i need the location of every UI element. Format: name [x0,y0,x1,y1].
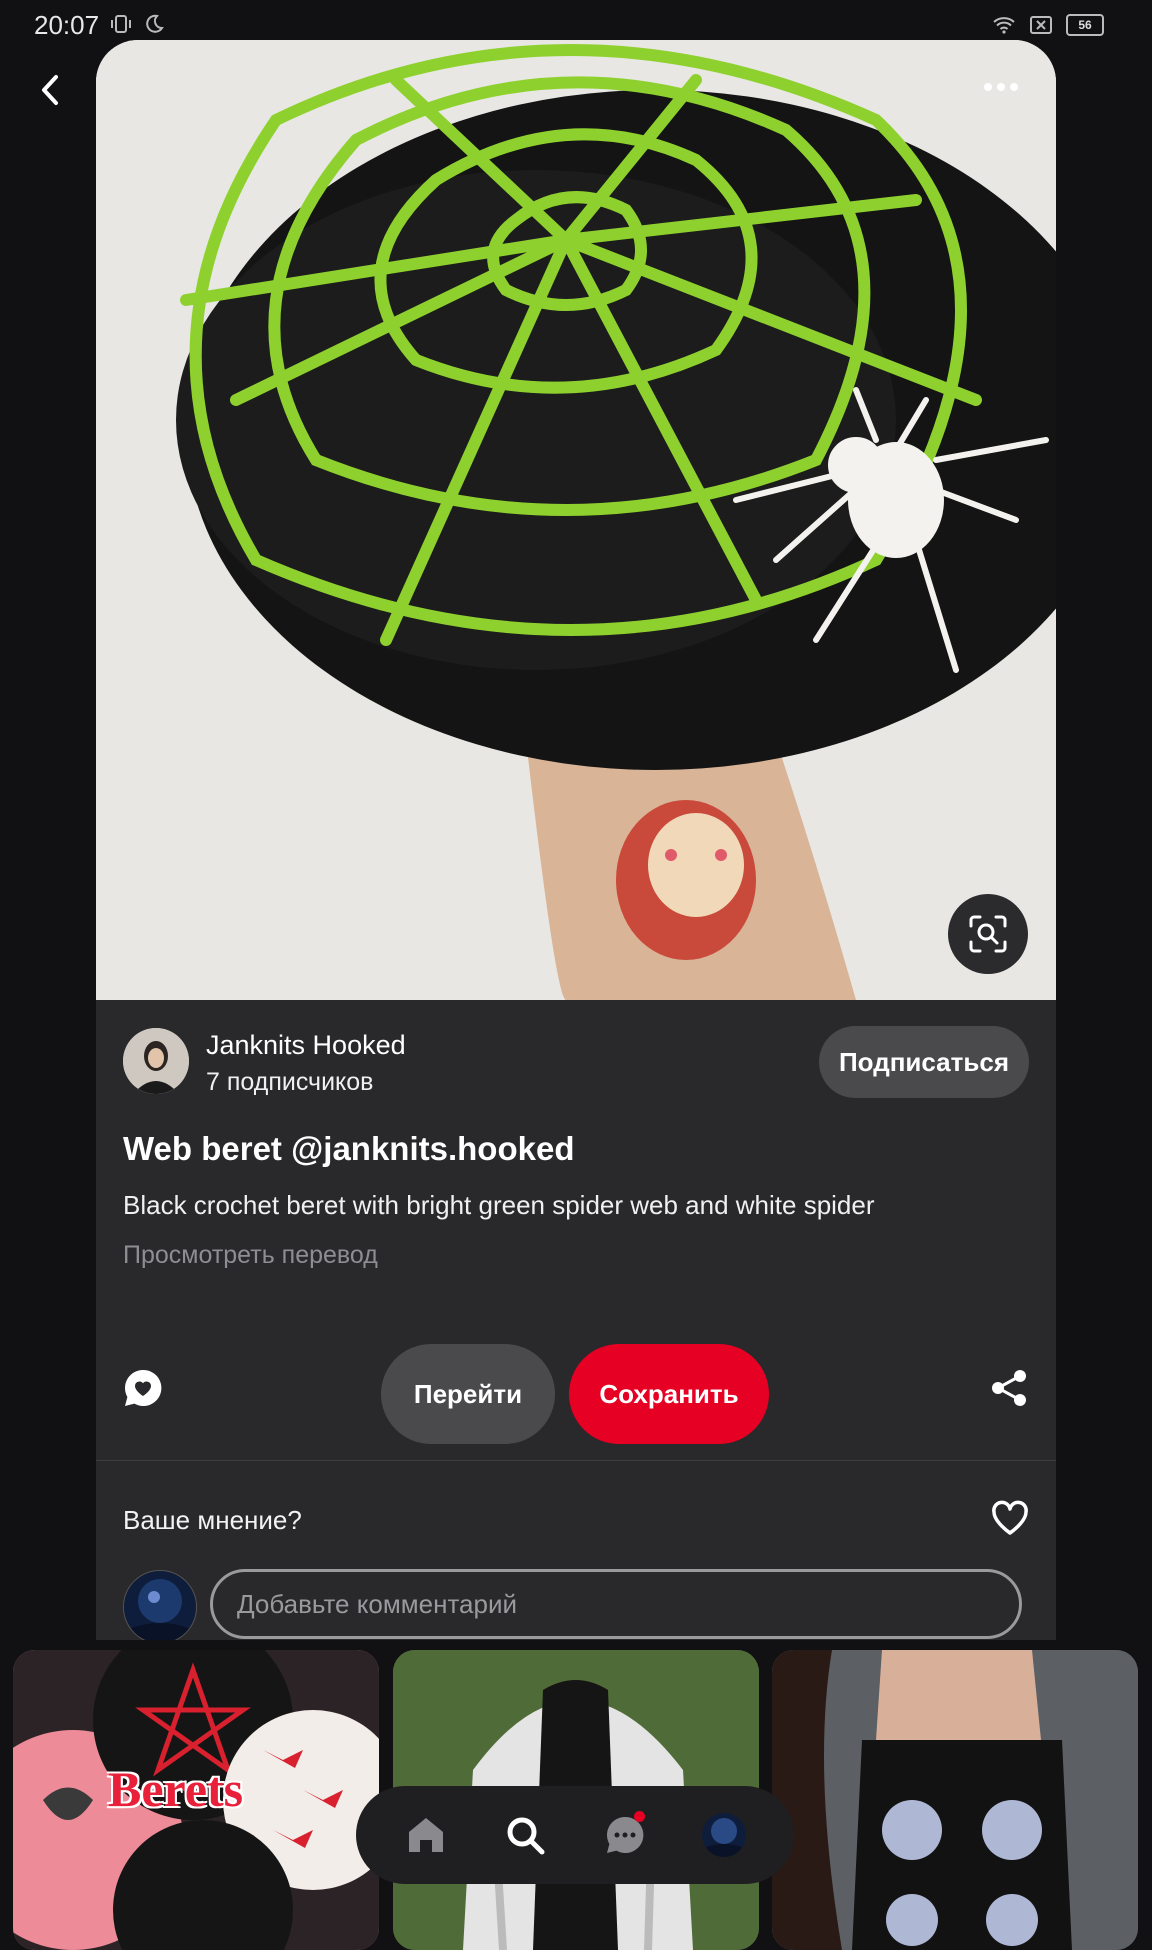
more-dots-icon [984,83,1018,91]
nav-search[interactable] [497,1807,553,1863]
related-pin-label: Berets [108,1761,244,1817]
beret-illustration [96,40,1056,1000]
nav-profile[interactable] [696,1807,752,1863]
notification-dot [633,1811,645,1822]
share-icon [992,1370,1026,1406]
related-pin[interactable] [772,1650,1138,1950]
search-icon [507,1817,545,1855]
home-icon [408,1818,443,1852]
nav-home[interactable] [398,1807,454,1863]
author-avatar[interactable] [123,1028,189,1094]
chevron-left-icon [42,75,58,105]
visual-search-button[interactable] [948,894,1028,974]
bottom-nav [356,1786,794,1884]
current-user-avatar [123,1570,197,1640]
heart-icon [992,1500,1028,1535]
like-button[interactable] [991,1500,1029,1536]
comment-prompt: Ваше мнение? [123,1505,302,1535]
comment-input[interactable] [210,1569,1022,1639]
divider [96,1460,1056,1461]
follower-count: 7 подписчиков [206,1068,374,1096]
nav-messages[interactable] [597,1807,653,1863]
wifi-icon [993,17,1015,34]
more-options-button[interactable] [976,72,1026,102]
lens-search-icon [969,915,1007,953]
author-name[interactable]: Janknits Hooked [206,1030,406,1061]
dnd-moon-icon [146,14,164,33]
save-button[interactable]: Сохранить [569,1344,769,1444]
status-time: 20:07 [34,10,100,40]
back-button[interactable] [30,68,70,112]
pin-card: Janknits Hooked 7 подписчиков Подписатьс… [96,40,1056,1640]
sim-x-icon [1030,16,1052,34]
share-button[interactable] [989,1368,1029,1408]
pin-image[interactable] [96,40,1056,1000]
comment-button[interactable] [123,1368,163,1408]
pin-description: Black crochet beret with bright green sp… [123,1190,875,1220]
chat-heart-icon [124,1369,162,1406]
profile-avatar [702,1813,747,1857]
follow-button[interactable]: Подписаться [818,1026,1029,1098]
related-pin[interactable]: Berets [13,1650,379,1950]
battery-indicator: 56 [1066,14,1104,36]
translate-link[interactable]: Просмотреть перевод [123,1241,378,1270]
vibrate-icon [111,15,131,33]
pin-title: Web beret @janknits.hooked [123,1130,575,1167]
visit-button[interactable]: Перейти [381,1344,555,1444]
